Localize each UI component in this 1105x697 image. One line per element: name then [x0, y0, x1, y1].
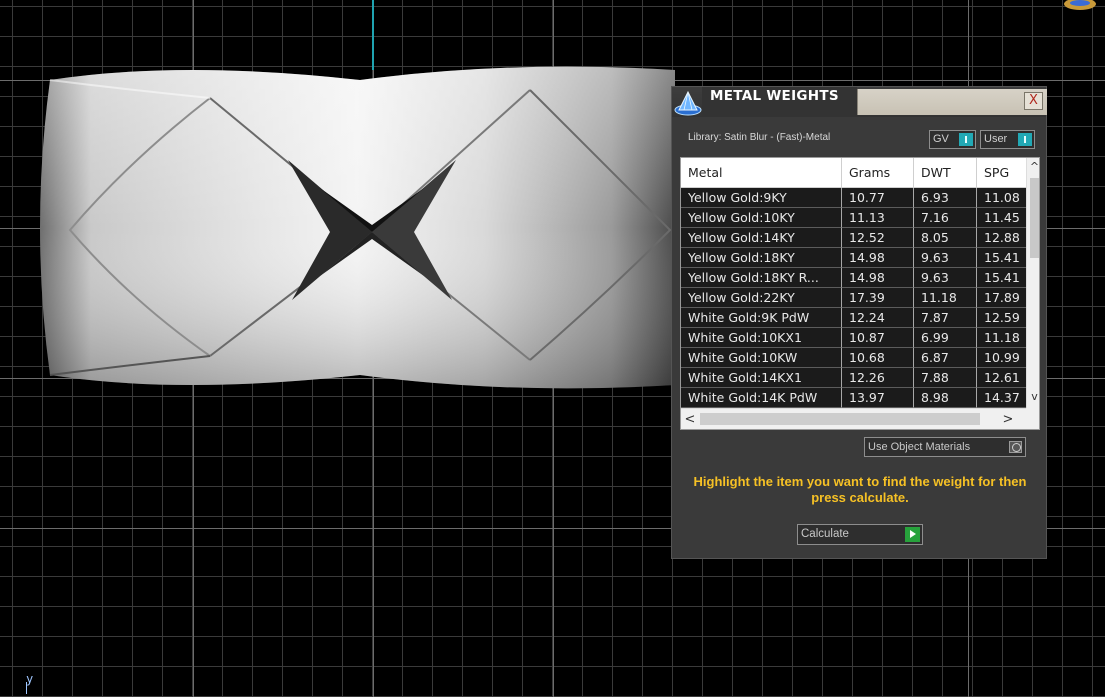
- table-row[interactable]: White Gold:14KX1 12.26 7.88 12.61: [681, 368, 1026, 388]
- calculate-button[interactable]: Calculate: [797, 524, 923, 545]
- column-header-dwt[interactable]: DWT: [914, 158, 977, 188]
- metal-weights-panel: METAL WEIGHTS X Library: Satin Blur - (F…: [671, 86, 1047, 559]
- table-row[interactable]: Yellow Gold:18KY 14.98 9.63 15.41: [681, 248, 1026, 268]
- metal-cell: Yellow Gold:18KY: [681, 248, 842, 268]
- spg-cell: 15.41: [977, 248, 1026, 268]
- gv-toggle[interactable]: GV: [929, 130, 976, 149]
- column-header-metal[interactable]: Metal: [681, 158, 842, 188]
- grams-cell: 14.98: [842, 268, 914, 288]
- dwt-cell: 8.98: [914, 388, 977, 408]
- spg-cell: 14.37: [977, 388, 1026, 408]
- radio-icon[interactable]: [1009, 441, 1022, 453]
- metal-cell: White Gold:14KX1: [681, 368, 842, 388]
- grams-cell: 12.52: [842, 228, 914, 248]
- spg-cell: 11.08: [977, 188, 1026, 208]
- toggle-switch-icon: [1018, 133, 1032, 146]
- axis-corner-icon: [26, 682, 34, 694]
- grams-cell: 14.98: [842, 248, 914, 268]
- vertical-scroll-thumb[interactable]: [1030, 178, 1039, 258]
- use-object-materials-label: Use Object Materials: [868, 441, 971, 453]
- dwt-cell: 7.16: [914, 208, 977, 228]
- user-toggle[interactable]: User: [980, 130, 1035, 149]
- metal-cell: White Gold:14K PdW: [681, 388, 842, 408]
- toggle-switch-icon: [959, 133, 973, 146]
- grams-cell: 10.87: [842, 328, 914, 348]
- metal-cell: White Gold:10KX1: [681, 328, 842, 348]
- gv-toggle-label: GV: [933, 133, 949, 145]
- spg-cell: 15.41: [977, 268, 1026, 288]
- spg-cell: 12.59: [977, 308, 1026, 328]
- grams-cell: 11.13: [842, 208, 914, 228]
- table-row[interactable]: White Gold:10KX1 10.87 6.99 11.18: [681, 328, 1026, 348]
- spg-cell: 10.99: [977, 348, 1026, 368]
- table-row[interactable]: White Gold:10KW 10.68 6.87 10.99: [681, 348, 1026, 368]
- metal-cell: Yellow Gold:14KY: [681, 228, 842, 248]
- instructions-text: Highlight the item you want to find the …: [693, 474, 1027, 505]
- table-header: Metal Grams DWT SPG: [681, 158, 1037, 188]
- grams-cell: 17.39: [842, 288, 914, 308]
- dwt-cell: 6.99: [914, 328, 977, 348]
- scroll-left-icon[interactable]: <: [681, 409, 699, 429]
- metal-cell: White Gold:9K PdW: [681, 308, 842, 328]
- play-icon: [905, 527, 920, 542]
- user-toggle-label: User: [984, 133, 1008, 145]
- table-body: Yellow Gold:9KY 10.77 6.93 11.08 Yellow Gold…: [681, 188, 1026, 408]
- dwt-cell: 11.18: [914, 288, 977, 308]
- title-strip: [857, 89, 1047, 115]
- matrix-logo-icon: [674, 90, 702, 116]
- scroll-up-icon[interactable]: ^: [1027, 158, 1039, 176]
- view-gizmo-icon[interactable]: [1058, 0, 1102, 12]
- horizontal-scroll-thumb[interactable]: [700, 413, 980, 425]
- spg-cell: 12.61: [977, 368, 1026, 388]
- table-row[interactable]: Yellow Gold:14KY 12.52 8.05 12.88: [681, 228, 1026, 248]
- table-row[interactable]: Yellow Gold:18KY R... 14.98 9.63 15.41: [681, 268, 1026, 288]
- spg-cell: 11.18: [977, 328, 1026, 348]
- scroll-right-icon[interactable]: >: [999, 409, 1017, 429]
- grams-cell: 12.26: [842, 368, 914, 388]
- table-row[interactable]: White Gold:14K PdW 13.97 8.98 14.37: [681, 388, 1026, 408]
- dwt-cell: 8.05: [914, 228, 977, 248]
- ring-model[interactable]: [30, 60, 680, 395]
- metal-cell: Yellow Gold:18KY R...: [681, 268, 842, 288]
- dwt-cell: 6.87: [914, 348, 977, 368]
- metal-cell: White Gold:10KW: [681, 348, 842, 368]
- vertical-scrollbar[interactable]: ^ v: [1026, 158, 1039, 408]
- close-button[interactable]: X: [1024, 92, 1043, 110]
- calculate-label: Calculate: [801, 528, 849, 540]
- library-label: Library: Satin Blur - (Fast)-Metal: [688, 132, 831, 143]
- spg-cell: 12.88: [977, 228, 1026, 248]
- table-row[interactable]: Yellow Gold:10KY 11.13 7.16 11.45: [681, 208, 1026, 228]
- dwt-cell: 9.63: [914, 268, 977, 288]
- dwt-cell: 6.93: [914, 188, 977, 208]
- metal-weights-table: Metal Grams DWT SPG Yellow Gold:9KY 10.77…: [680, 157, 1040, 430]
- metal-cell: Yellow Gold:10KY: [681, 208, 842, 228]
- metal-cell: Yellow Gold:9KY: [681, 188, 842, 208]
- spg-cell: 17.89: [977, 288, 1026, 308]
- table-row[interactable]: White Gold:9K PdW 12.24 7.87 12.59: [681, 308, 1026, 328]
- grams-cell: 13.97: [842, 388, 914, 408]
- panel-titlebar[interactable]: METAL WEIGHTS X: [672, 87, 1047, 117]
- panel-title: METAL WEIGHTS: [710, 88, 839, 104]
- dwt-cell: 7.88: [914, 368, 977, 388]
- dwt-cell: 7.87: [914, 308, 977, 328]
- column-header-grams[interactable]: Grams: [842, 158, 914, 188]
- scroll-down-icon[interactable]: v: [1027, 388, 1039, 406]
- dwt-cell: 9.63: [914, 248, 977, 268]
- metal-cell: Yellow Gold:22KY: [681, 288, 842, 308]
- table-row[interactable]: Yellow Gold:22KY 17.39 11.18 17.89: [681, 288, 1026, 308]
- grams-cell: 12.24: [842, 308, 914, 328]
- use-object-materials-option[interactable]: Use Object Materials: [864, 437, 1026, 457]
- table-row[interactable]: Yellow Gold:9KY 10.77 6.93 11.08: [681, 188, 1026, 208]
- spg-cell: 11.45: [977, 208, 1026, 228]
- horizontal-scrollbar[interactable]: < >: [681, 408, 1026, 429]
- grams-cell: 10.68: [842, 348, 914, 368]
- grams-cell: 10.77: [842, 188, 914, 208]
- scroll-corner: [1026, 408, 1039, 429]
